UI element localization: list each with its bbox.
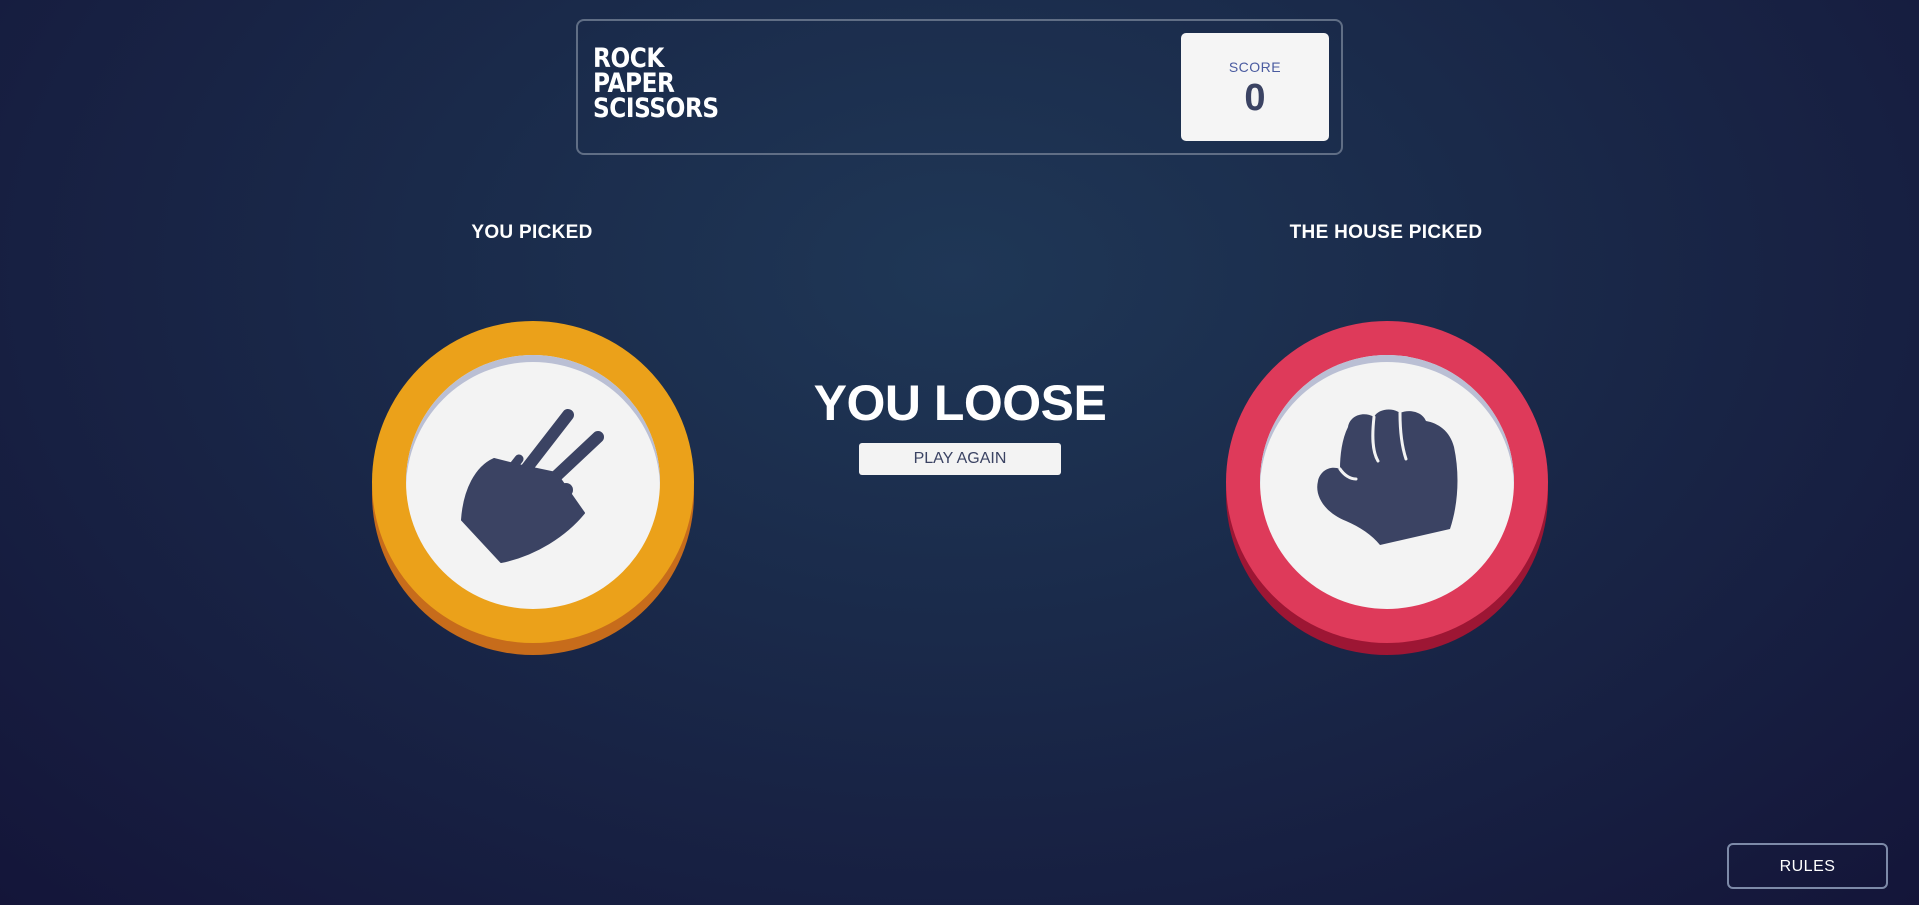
score-value: 0	[1244, 77, 1266, 119]
scissors-hand-icon	[461, 409, 604, 563]
token-face	[406, 355, 660, 609]
game-logo: ROCK PAPER SCISSORS	[593, 45, 719, 124]
score-label: SCORE	[1228, 59, 1282, 75]
game-header: ROCK PAPER SCISSORS SCORE 0	[576, 19, 1343, 155]
result-title: YOU LOOSE	[813, 375, 1107, 431]
user-choice-token-scissors	[372, 321, 694, 643]
rules-button[interactable]: RULES	[1727, 843, 1888, 889]
rock-fist-icon	[1317, 409, 1458, 545]
play-again-button[interactable]: PLAY AGAIN	[859, 443, 1061, 475]
you-picked-label: YOU PICKED	[471, 222, 593, 243]
logo-line-scissors: SCISSORS	[593, 93, 719, 124]
house-choice-token-rock	[1226, 321, 1548, 643]
token-face	[1260, 355, 1514, 609]
house-picked-label: THE HOUSE PICKED	[1289, 222, 1483, 243]
score-box: SCORE 0	[1181, 33, 1329, 141]
